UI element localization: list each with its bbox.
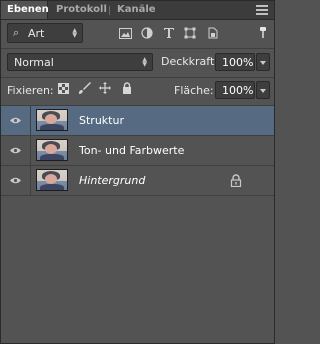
tab-kanaele[interactable]: Kanäle [111, 1, 162, 19]
opacity-value: 100% [222, 56, 254, 69]
lock-transparent-pixels-icon[interactable] [56, 81, 70, 95]
layer-name[interactable]: Hintergrund [79, 174, 145, 187]
eye-icon [10, 117, 21, 124]
visibility-toggle[interactable] [1, 106, 31, 135]
image-filter-icon[interactable] [118, 26, 132, 40]
smart-object-filter-icon[interactable] [206, 26, 220, 40]
tab-ebenen[interactable]: Ebenen [1, 1, 49, 19]
layer-name[interactable]: Struktur [79, 114, 124, 127]
layer-row-ton-und-farbwerte[interactable]: Ton- und Farbwerte [1, 136, 274, 166]
layers-panel: Ebenen Protokoll Kanäle ⌕ Art ▲ ▼ Normal … [0, 0, 275, 344]
panel-tab-bar: Ebenen Protokoll Kanäle [1, 1, 274, 20]
blend-mode-select[interactable]: Normal ▲ ▼ [7, 53, 153, 71]
shape-filter-icon[interactable] [183, 26, 197, 40]
opacity-dropdown-button[interactable] [256, 53, 270, 71]
lock-position-icon[interactable] [98, 81, 112, 95]
layer-thumbnail[interactable] [36, 139, 68, 161]
layer-name[interactable]: Ton- und Farbwerte [79, 144, 184, 157]
fill-label: Fläche: [174, 84, 214, 97]
search-icon: ⌕ [13, 26, 20, 39]
adjustment-filter-icon[interactable] [140, 26, 154, 40]
panel-menu-icon[interactable] [256, 5, 268, 15]
opacity-label: Deckkraft: [161, 55, 218, 68]
opacity-input[interactable]: 100% [215, 53, 255, 71]
select-arrows-icon: ▲ ▼ [142, 56, 147, 68]
lock-all-icon[interactable] [120, 81, 134, 95]
divider [1, 77, 274, 78]
filter-kind-label: Art [28, 27, 45, 40]
filter-toggle-switch[interactable] [258, 27, 268, 38]
layer-row-struktur[interactable]: Struktur [1, 106, 274, 136]
eye-icon [10, 147, 21, 154]
layers-list: Struktur Ton- und Farbwerte Hintergrund [1, 106, 274, 196]
layer-row-hintergrund[interactable]: Hintergrund [1, 166, 274, 196]
fill-input[interactable]: 100% [215, 81, 255, 99]
select-arrows-icon: ▲ ▼ [72, 27, 77, 39]
layers-empty-area[interactable] [1, 196, 274, 343]
eye-icon [10, 177, 21, 184]
visibility-toggle[interactable] [1, 166, 31, 195]
visibility-toggle[interactable] [1, 136, 31, 165]
tab-protokoll[interactable]: Protokoll [50, 1, 113, 19]
layer-thumbnail[interactable] [36, 169, 68, 191]
type-filter-icon[interactable] [162, 26, 176, 40]
blend-mode-value: Normal [14, 56, 54, 69]
tab-separator [109, 6, 110, 15]
divider [1, 48, 274, 49]
layer-thumbnail[interactable] [36, 109, 68, 131]
lock-image-pixels-icon[interactable] [77, 81, 91, 95]
fill-dropdown-button[interactable] [256, 81, 270, 99]
lock-icon [230, 174, 242, 187]
lock-label: Fixieren: [7, 84, 54, 97]
filter-kind-select[interactable]: ⌕ Art ▲ ▼ [7, 23, 83, 43]
fill-value: 100% [222, 84, 254, 97]
